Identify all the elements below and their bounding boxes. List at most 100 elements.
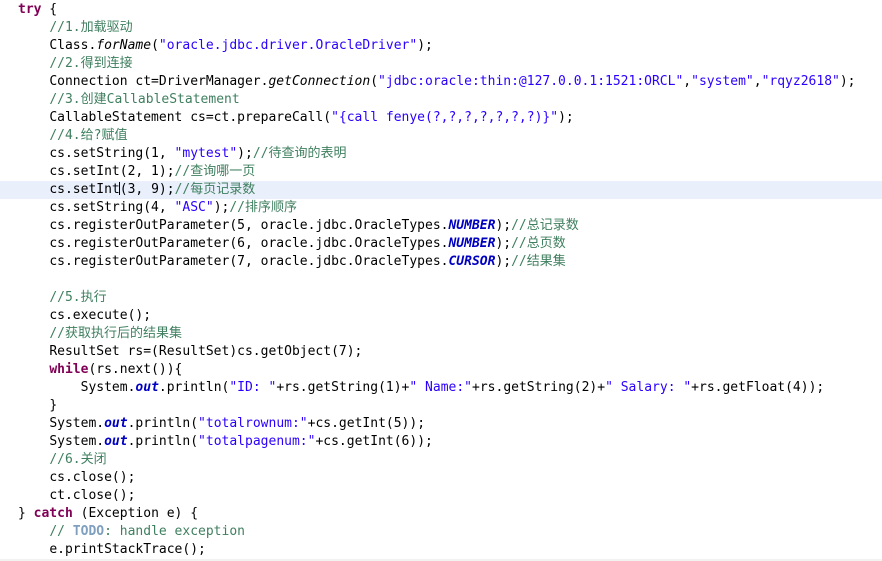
code-token-cmt: //每页记录数 bbox=[174, 182, 256, 197]
code-token-plain: ); bbox=[495, 218, 512, 233]
code-token-cst: CURSOR bbox=[448, 254, 496, 269]
code-token-str: " Name:" bbox=[409, 380, 473, 395]
code-token-plain: .println( bbox=[127, 434, 199, 449]
code-line[interactable]: System.out.println("totalrownum:"+cs.get… bbox=[0, 415, 882, 433]
code-token-cmt: //排序顺序 bbox=[229, 200, 297, 215]
code-line[interactable]: cs.close(); bbox=[0, 469, 882, 487]
code-token-plain: (3, 9); bbox=[119, 182, 175, 197]
code-token-cmt: //待查询的表明 bbox=[252, 146, 347, 161]
code-token-cmt: //1.加载驱动 bbox=[49, 20, 133, 35]
code-line[interactable]: //3.创建CallableStatement bbox=[0, 91, 882, 109]
code-token-str: "totalrownum:" bbox=[198, 416, 308, 431]
code-line[interactable]: cs.setInt(3, 9);//每页记录数 bbox=[0, 181, 882, 199]
code-line[interactable]: } bbox=[0, 397, 882, 415]
code-token-plain: } bbox=[49, 398, 58, 413]
code-line[interactable]: Connection ct=DriverManager.getConnectio… bbox=[0, 73, 882, 91]
code-token-str: "oracle.jdbc.driver.OracleDriver" bbox=[158, 38, 418, 53]
code-line[interactable]: //4.给?赋值 bbox=[0, 127, 882, 145]
code-token-str: "mytest" bbox=[174, 146, 238, 161]
code-line[interactable]: //6.关闭 bbox=[0, 451, 882, 469]
code-line[interactable]: cs.setString(4, "ASC");//排序顺序 bbox=[0, 199, 882, 217]
code-token-plain: , bbox=[683, 74, 692, 89]
code-token-plain: ( bbox=[151, 38, 159, 53]
code-token-plain: +cs.getInt(6)); bbox=[315, 434, 433, 449]
code-token-plain: (rs.next()){ bbox=[88, 362, 183, 377]
code-token-plain: +rs.getString(1)+ bbox=[276, 380, 410, 395]
code-token-kw: while bbox=[49, 362, 89, 377]
code-token-str: "system" bbox=[691, 74, 754, 89]
code-line[interactable]: cs.registerOutParameter(7, oracle.jdbc.O… bbox=[0, 253, 882, 271]
code-line[interactable]: Class.forName("oracle.jdbc.driver.Oracle… bbox=[0, 37, 882, 55]
code-line[interactable]: cs.registerOutParameter(6, oracle.jdbc.O… bbox=[0, 235, 882, 253]
code-token-plain: ct.close(); bbox=[49, 488, 136, 503]
code-line[interactable]: cs.setString(1, "mytest");//待查询的表明 bbox=[0, 145, 882, 163]
code-line[interactable]: //获取执行后的结果集 bbox=[0, 325, 882, 343]
code-token-cst: out bbox=[135, 380, 159, 395]
code-token-str: "totalpagenum:" bbox=[198, 434, 316, 449]
code-token-cmt: //总记录数 bbox=[511, 218, 579, 233]
code-token-plain: ); bbox=[213, 200, 230, 215]
code-token-plain: } bbox=[18, 506, 34, 521]
code-token-plain: (Exception e) { bbox=[72, 506, 199, 521]
code-token-kw: try bbox=[18, 2, 42, 17]
code-line[interactable]: // TODO: handle exception bbox=[0, 523, 882, 541]
code-token-plain: cs.execute(); bbox=[49, 308, 152, 323]
code-line[interactable]: ct.close(); bbox=[0, 487, 882, 505]
code-text-area[interactable]: try { //1.加载驱动 Class.forName("oracle.jdb… bbox=[0, 1, 882, 559]
code-token-plain: ResultSet rs=(ResultSet)cs.getObject(7); bbox=[49, 344, 363, 359]
code-token-cmt: //5.执行 bbox=[49, 290, 107, 305]
code-line[interactable]: ResultSet rs=(ResultSet)cs.getObject(7); bbox=[0, 343, 882, 361]
code-token-todo: TODO bbox=[72, 524, 105, 539]
code-line-blank[interactable] bbox=[0, 271, 882, 289]
code-token-plain: e.printStackTrace(); bbox=[49, 542, 206, 557]
code-line[interactable]: try { bbox=[0, 1, 882, 19]
code-line[interactable]: cs.setInt(2, 1);//查询哪一页 bbox=[0, 163, 882, 181]
code-line[interactable]: //2.得到连接 bbox=[0, 55, 882, 73]
code-line[interactable]: while(rs.next()){ bbox=[0, 361, 882, 379]
code-line[interactable]: cs.registerOutParameter(5, oracle.jdbc.O… bbox=[0, 217, 882, 235]
code-line[interactable]: //1.加载驱动 bbox=[0, 19, 882, 37]
code-line[interactable]: e.printStackTrace(); bbox=[0, 541, 882, 559]
code-token-cmt: //4.给?赋值 bbox=[49, 128, 128, 143]
code-token-plain: +rs.getString(2)+ bbox=[472, 380, 606, 395]
code-token-cmt: //查询哪一页 bbox=[174, 164, 256, 179]
code-token-plain: ( bbox=[370, 74, 379, 89]
code-line[interactable]: System.out.println("ID: "+rs.getString(1… bbox=[0, 379, 882, 397]
code-token-str: "jdbc:oracle:thin:@127.0.0.1:1521:ORCL" bbox=[378, 74, 684, 89]
code-token-plain: { bbox=[41, 2, 58, 17]
code-line[interactable]: cs.execute(); bbox=[0, 307, 882, 325]
code-line[interactable]: } catch (Exception e) { bbox=[0, 505, 882, 523]
code-token-cmt: //2.得到连接 bbox=[49, 56, 133, 71]
code-editor-viewport[interactable]: try { //1.加载驱动 Class.forName("oracle.jdb… bbox=[0, 0, 882, 561]
code-token-mth: getConnection bbox=[268, 74, 371, 89]
code-line[interactable]: //5.执行 bbox=[0, 289, 882, 307]
code-token-plain: ); bbox=[495, 236, 512, 251]
code-line[interactable]: System.out.println("totalpagenum:"+cs.ge… bbox=[0, 433, 882, 451]
code-token-cmt: // bbox=[49, 524, 73, 539]
code-token-plain: ); bbox=[839, 74, 856, 89]
code-token-cmt: //6.关闭 bbox=[49, 452, 107, 467]
code-token-str: "{call fenye(?,?,?,?,?,?,?)}" bbox=[331, 110, 559, 125]
code-line[interactable]: CallableStatement cs=ct.prepareCall("{ca… bbox=[0, 109, 882, 127]
code-token-plain: CallableStatement cs=ct.prepareCall( bbox=[49, 110, 332, 125]
code-token-cmt: //3.创建CallableStatement bbox=[49, 92, 240, 107]
code-token-plain: cs.close(); bbox=[49, 470, 136, 485]
code-token-cst: NUMBER bbox=[448, 236, 496, 251]
code-token-cmt: //获取执行后的结果集 bbox=[49, 326, 182, 341]
code-token-str: "rqyz2618" bbox=[761, 74, 840, 89]
